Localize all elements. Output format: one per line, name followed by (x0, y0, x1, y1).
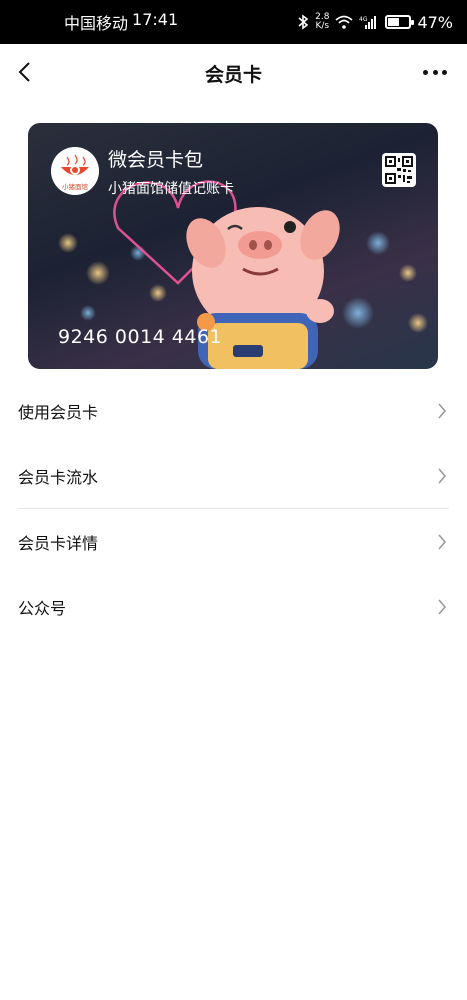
more-dot (442, 69, 447, 75)
nav-bar: 会员卡 (0, 44, 467, 102)
status-bar: 中国移动 17:41 2.8 K/s 4G 47% (0, 0, 467, 44)
page-title: 会员卡 (204, 63, 262, 86)
speed-unit: K/s (315, 21, 330, 31)
signal-icon: 4G (359, 16, 377, 29)
status-right: 2.8 K/s 4G 47% (297, 13, 453, 32)
menu-item-card-details[interactable]: 会员卡详情 (0, 509, 467, 574)
chevron-right-icon (438, 534, 447, 550)
network-type-label: 4G (359, 16, 368, 23)
menu-item-label: 使用会员卡 (18, 402, 99, 422)
battery-fill (388, 18, 399, 26)
battery-icon (385, 15, 415, 29)
menu-item-use-card[interactable]: 使用会员卡 (0, 378, 467, 443)
logo-text: 小猪面馆 (62, 182, 89, 191)
card-title: 微会员卡包 (108, 149, 204, 171)
more-dot (432, 69, 438, 75)
menu-item-label: 公众号 (18, 598, 67, 618)
chevron-right-icon (438, 599, 447, 615)
chevron-left-icon[interactable] (14, 60, 38, 84)
chevron-right-icon (438, 403, 447, 419)
bluetooth-icon (298, 14, 309, 30)
store-logo: 小猪面馆 (51, 147, 99, 195)
status-time: 17:41 (132, 10, 179, 29)
status-left: 中国移动 17:41 (64, 10, 297, 34)
qr-code-graphic (385, 156, 413, 184)
wifi-icon (335, 15, 354, 29)
card-number: 9246 0014 4461 (58, 326, 223, 348)
more-dots-icon[interactable] (423, 64, 447, 80)
carrier-label: 中国移动 (64, 14, 129, 33)
menu-item-label: 会员卡流水 (18, 467, 99, 487)
noodle-bowl-icon: 小猪面馆 (51, 147, 99, 195)
network-speed: 2.8 K/s (315, 13, 329, 31)
menu-item-card-history[interactable]: 会员卡流水 (0, 443, 467, 508)
qr-code-icon[interactable] (382, 153, 416, 187)
membership-card[interactable]: 小猪面馆 微会员卡包 小猪面馆储值记账卡 9246 0014 4461 (28, 123, 438, 369)
battery-percent: 47% (417, 12, 453, 32)
more-dot (423, 69, 428, 75)
menu-item-official-account[interactable]: 公众号 (0, 574, 467, 639)
card-subtitle: 小猪面馆储值记账卡 (108, 181, 234, 197)
menu-item-label: 会员卡详情 (18, 533, 99, 553)
menu-list: 使用会员卡 会员卡流水 会员卡详情 公众号 (0, 378, 467, 639)
chevron-right-icon (438, 468, 447, 484)
